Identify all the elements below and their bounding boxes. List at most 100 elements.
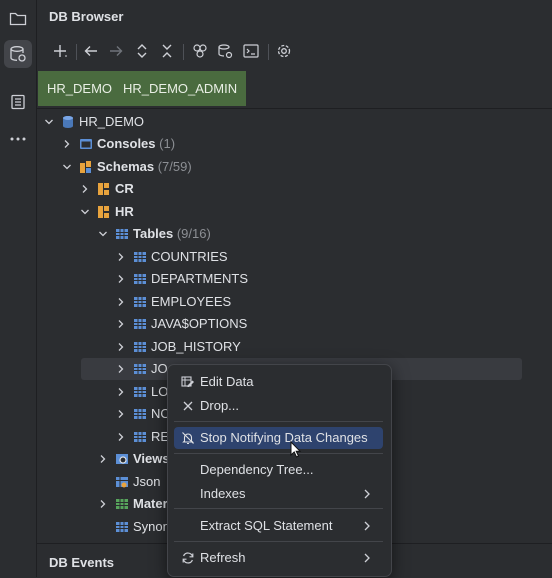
schemas-count: (7/59) — [157, 159, 192, 174]
menu-item-indexes[interactable]: Indexes — [174, 483, 383, 505]
schema-objects-icon[interactable] — [189, 40, 211, 62]
chevron-down-icon[interactable] — [98, 229, 108, 239]
tables-label: Tables — [133, 226, 174, 241]
tree-node-schemas[interactable]: Schemas (7/59) — [62, 156, 362, 178]
tree-node-tables[interactable]: Tables (9/16) — [98, 223, 348, 245]
schema-icon — [98, 183, 109, 195]
tree-root-label: HR_DEMO — [79, 114, 145, 129]
table-row[interactable]: COUNTRIES — [116, 246, 366, 268]
chevron-right-icon[interactable] — [98, 499, 108, 509]
submenu-arrow-icon — [364, 521, 370, 531]
chevron-right-icon[interactable] — [116, 297, 126, 307]
json-label: Json — [133, 474, 161, 489]
database-icon — [63, 116, 73, 128]
submenu-arrow-icon — [364, 553, 370, 563]
table-row[interactable]: JAVA$OPTIONS — [116, 313, 366, 335]
expand-all-icon[interactable] — [131, 40, 153, 62]
tables-count: (9/16) — [176, 226, 211, 241]
tab-hr-demo-admin[interactable]: HR_DEMO_ADMIN — [114, 71, 247, 106]
chevron-down-icon[interactable] — [62, 162, 72, 172]
more-icon[interactable] — [4, 125, 32, 153]
chevron-right-icon[interactable] — [116, 409, 126, 419]
chevron-right-icon[interactable] — [116, 364, 126, 374]
menu-item-extract-sql[interactable]: Extract SQL Statement — [174, 515, 383, 537]
table-row[interactable]: EMPLOYEES — [116, 291, 366, 313]
menu-item-edit-data[interactable]: Edit Data — [174, 371, 383, 393]
settings-icon[interactable] — [273, 40, 295, 62]
synon-label: Synon — [133, 519, 170, 534]
table-row[interactable]: DEPARTMENTS — [116, 268, 366, 290]
tables-icon — [116, 229, 128, 239]
table-icon — [134, 364, 146, 374]
chevron-down-icon[interactable] — [80, 207, 90, 217]
menu-label: Edit Data — [200, 374, 254, 389]
menu-separator — [174, 541, 383, 542]
menu-label: Dependency Tree... — [200, 462, 314, 477]
menu-label: Extract SQL Statement — [200, 518, 333, 533]
bell-off-icon — [182, 432, 194, 445]
table-icon — [134, 432, 146, 442]
table-row[interactable]: JOB_HISTORY — [116, 336, 366, 358]
schema-hr-label: HR — [115, 204, 134, 219]
chevron-right-icon[interactable] — [116, 252, 126, 262]
menu-separator — [174, 453, 383, 454]
project-folder-icon[interactable] — [4, 5, 32, 33]
panel-title: DB Browser — [49, 9, 124, 24]
toolbar — [40, 38, 552, 66]
consoles-count: (1) — [159, 136, 176, 151]
structure-icon[interactable] — [4, 88, 32, 116]
tree-node-schema-cr[interactable]: CR — [80, 178, 280, 200]
tab-hr-demo[interactable]: HR_DEMO — [38, 71, 122, 106]
table-name: LO — [151, 384, 169, 399]
collapse-all-icon[interactable] — [156, 40, 178, 62]
db-events-title[interactable]: DB Events — [49, 555, 114, 570]
chevron-right-icon[interactable] — [98, 454, 108, 464]
tree-node-root[interactable]: HR_DEMO — [44, 111, 344, 133]
chevron-right-icon[interactable] — [116, 274, 126, 284]
chevron-right-icon[interactable] — [116, 387, 126, 397]
materialized-views-icon — [116, 499, 128, 509]
tree-node-schema-hr[interactable]: HR — [80, 201, 280, 223]
submenu-arrow-icon — [364, 489, 370, 499]
chevron-right-icon[interactable] — [80, 184, 90, 194]
menu-item-refresh[interactable]: Refresh — [174, 547, 383, 569]
chevron-right-icon[interactable] — [116, 342, 126, 352]
menu-label: Indexes — [200, 486, 246, 501]
chevron-down-icon[interactable] — [44, 117, 54, 127]
chevron-right-icon[interactable] — [62, 139, 72, 149]
tree-node-materialized-views[interactable]: Mater — [98, 493, 168, 515]
forward-icon[interactable] — [105, 40, 127, 62]
menu-item-stop-notifying[interactable]: Stop Notifying Data Changes — [174, 427, 383, 449]
context-menu: Edit Data Drop... Stop Notifying Data Ch… — [167, 364, 392, 577]
menu-label: Stop Notifying Data Changes — [200, 430, 368, 445]
table-name: JO — [151, 361, 168, 376]
tree-node-synonyms[interactable]: Synon — [98, 516, 170, 538]
edit-table-icon — [181, 376, 194, 387]
db-browser-icon[interactable] — [4, 40, 32, 68]
close-icon — [183, 401, 193, 411]
consoles-icon — [80, 139, 92, 149]
menu-label: Refresh — [200, 550, 246, 565]
menu-label: Drop... — [200, 398, 240, 413]
mouse-cursor-icon — [290, 441, 302, 458]
back-icon[interactable] — [80, 40, 102, 62]
consoles-label: Consoles — [97, 136, 156, 151]
table-name: JOB_HISTORY — [151, 339, 241, 354]
add-icon[interactable] — [49, 40, 71, 62]
tree-node-views[interactable]: Views — [98, 448, 170, 470]
tree-node-consoles[interactable]: Consoles (1) — [62, 133, 362, 155]
menu-item-dependency-tree[interactable]: Dependency Tree... — [174, 459, 383, 481]
menu-separator — [174, 421, 383, 422]
tool-window-strip — [0, 0, 37, 577]
menu-item-drop[interactable]: Drop... — [174, 395, 383, 417]
chevron-right-icon[interactable] — [116, 432, 126, 442]
table-icon — [134, 409, 146, 419]
mater-label: Mater — [133, 496, 168, 511]
table-name: COUNTRIES — [151, 249, 228, 264]
db-settings-icon[interactable] — [214, 40, 236, 62]
tree-node-json[interactable]: Json — [98, 471, 168, 493]
console-icon[interactable] — [240, 40, 262, 62]
chevron-right-icon[interactable] — [116, 319, 126, 329]
schema-cr-label: CR — [115, 181, 134, 196]
json-icon — [116, 477, 128, 488]
